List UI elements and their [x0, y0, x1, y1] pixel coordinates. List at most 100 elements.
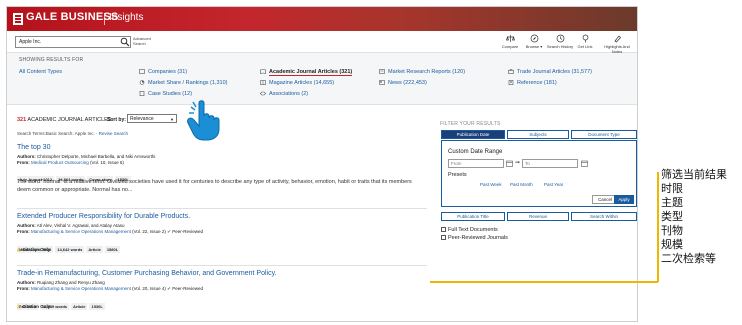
authors-text: Atl Alev, Vishal V. Agrawal, and Atalay … — [36, 223, 125, 228]
warning-icon: ⚠ — [17, 304, 22, 309]
magazine-icon — [260, 80, 266, 85]
revise-search-link[interactable]: Revise Search — [99, 131, 128, 136]
cat-magazine[interactable]: Magazine Articles (14,655) — [260, 80, 334, 86]
custom-range-heading: Custom Date Range — [448, 149, 503, 155]
issue-text: (Vol. 20, Issue 4) — [132, 286, 166, 291]
annotation-line: 二次检索等 — [661, 252, 716, 265]
app-header: GALE BUSINESS Insights — [7, 7, 637, 31]
annotation-line: 刊物 — [661, 224, 683, 237]
peer-reviewed-badge: ✔ Peer-Reviewed — [167, 229, 203, 234]
advanced-search-link[interactable]: Advanced Search — [133, 36, 155, 46]
link-icon — [582, 34, 588, 43]
article-title[interactable]: Trade-in Remanufacturing, Customer Purch… — [17, 270, 427, 277]
slide-frame: GALE BUSINESS Insights Apple Inc. Advanc… — [0, 0, 742, 325]
annotation-line: 规模 — [661, 238, 683, 251]
article-source: From: Manufacturing & Service Operations… — [17, 286, 427, 292]
from-label: From: — [17, 286, 30, 291]
cat-academic-journal[interactable]: Academic Journal Articles (321) — [260, 69, 353, 76]
publication-link[interactable]: Medical Product Outsourcing — [31, 160, 89, 165]
cat-case-studies[interactable]: Case Studies (12) — [139, 91, 192, 97]
date-from-field[interactable]: From — [448, 159, 504, 168]
cat-companies-label: Companies (31) — [148, 69, 188, 75]
get-link-tool[interactable]: Get Link — [570, 34, 600, 49]
cat-associations-label: Associations (2) — [269, 91, 309, 97]
report-icon — [379, 69, 385, 74]
preset-past-year[interactable]: Past Year — [544, 182, 563, 187]
presets-label: Presets — [448, 172, 467, 178]
tab-publication-date[interactable]: Publication Date — [441, 130, 505, 139]
publication-link[interactable]: Manufacturing & Service Operations Manag… — [31, 229, 131, 234]
sort-label: Sort by: — [107, 117, 126, 123]
authors-label: Authors: — [17, 280, 36, 285]
brand-subtitle: Insights — [109, 12, 144, 23]
cat-companies[interactable]: Companies (31) — [139, 69, 187, 75]
cat-market-share[interactable]: Market Share / Rankings (1,310) — [139, 80, 227, 86]
cat-news-label: News (222,453) — [388, 80, 427, 86]
book-icon — [260, 69, 266, 74]
cat-all-content[interactable]: All Content Types — [19, 69, 62, 75]
compare-icon — [505, 35, 515, 42]
search-input[interactable]: Apple Inc. — [15, 36, 131, 48]
article-authors: Authors: Christopher Delporte, Michael B… — [17, 154, 427, 159]
calendar-icon[interactable] — [581, 160, 588, 167]
cat-associations[interactable]: Associations (2) — [260, 91, 308, 97]
cat-academic-journal-label: Academic Journal Articles (321) — [269, 69, 353, 76]
annotation-line: 筛选当前结果 — [661, 168, 727, 181]
result-divider — [17, 208, 427, 209]
preset-past-week[interactable]: Past Week — [480, 182, 502, 187]
article-title[interactable]: The top 30 — [17, 144, 427, 151]
header-divider — [104, 13, 105, 25]
annotation-line: 类型 — [661, 210, 683, 223]
browse-label: Browse ▾ — [525, 44, 543, 49]
peer-reviewed-journals-label: Peer-Reviewed Journals — [448, 235, 508, 241]
peer-reviewed-checkbox[interactable]: Peer-Reviewed Journals — [441, 235, 508, 241]
peer-reviewed-label: Peer-Reviewed — [172, 229, 203, 234]
meta-type: Article — [86, 246, 103, 253]
tab-document-type[interactable]: Document Type — [571, 130, 637, 139]
compare-label: Compare — [501, 44, 519, 49]
cat-magazine-label: Magazine Articles (14,655) — [269, 80, 335, 86]
range-arrow-icon: ➞ — [515, 160, 521, 166]
tab-search-within[interactable]: Search Within — [571, 212, 637, 221]
cat-trade-journal[interactable]: Trade Journal Articles (31,577) — [508, 69, 592, 75]
chevron-down-icon: ▼ — [170, 117, 174, 122]
reference-icon — [508, 80, 514, 85]
result-divider — [17, 265, 427, 266]
authors-label: Authors: — [17, 154, 36, 159]
search-icon[interactable] — [120, 37, 130, 47]
sort-select[interactable]: Relevance ▼ — [127, 114, 177, 123]
publication-link[interactable]: Manufacturing & Service Operations Manag… — [31, 286, 131, 291]
from-label: From: — [17, 229, 30, 234]
tab-publication-title[interactable]: Publication Title — [441, 212, 505, 221]
article-source: From: Manufacturing & Service Operations… — [17, 229, 427, 235]
meta-lexile: 1530L — [89, 303, 105, 310]
gale-logo-icon — [13, 13, 23, 25]
cat-reference[interactable]: Reference (181) — [508, 80, 557, 86]
article-title[interactable]: Extended Producer Responsibility for Dur… — [17, 213, 427, 220]
newspaper-icon — [379, 80, 385, 85]
authors-text: Ruqiang Zhang and Renyu Zhang — [37, 280, 105, 285]
tab-subjects[interactable]: Subjects — [507, 130, 569, 139]
date-to-field[interactable]: To — [522, 159, 578, 168]
highlight-icon — [613, 35, 621, 43]
result-count-label: ACADEMIC JOURNAL ARTICLES — [27, 117, 112, 123]
annotation-text: 筛选当前结果 时限 主题 类型 刊物 规模 二次检索等 — [661, 168, 727, 266]
result-item: Trade-in Remanufacturing, Customer Purch… — [17, 270, 427, 310]
calendar-icon[interactable] — [506, 160, 513, 167]
article-authors: Authors: Ruqiang Zhang and Renyu Zhang — [17, 280, 427, 285]
cat-news[interactable]: News (222,453) — [379, 80, 427, 86]
highlights-tool[interactable]: Highlights And Notes — [599, 34, 635, 54]
peer-reviewed-badge: ✔ Peer-Reviewed — [167, 286, 203, 291]
annotation-connector-vertical — [657, 172, 659, 282]
apply-button[interactable]: Apply — [614, 195, 634, 204]
browse-icon — [530, 34, 538, 43]
result-item: The top 30 Authors: Christopher Delporte… — [17, 144, 427, 194]
authors-text: Christopher Delporte, Michael Barbella, … — [37, 154, 156, 159]
history-icon — [556, 34, 564, 43]
article-authors: Authors: Atl Alev, Vishal V. Agrawal, an… — [17, 223, 427, 228]
tab-revenue[interactable]: Revenue — [507, 212, 569, 221]
preset-past-month[interactable]: Past Month — [510, 182, 533, 187]
cat-market-research[interactable]: Market Research Reports (120) — [379, 69, 465, 75]
full-text-checkbox[interactable]: Full Text Documents — [441, 227, 498, 233]
peer-reviewed-label: Peer-Reviewed — [172, 286, 203, 291]
